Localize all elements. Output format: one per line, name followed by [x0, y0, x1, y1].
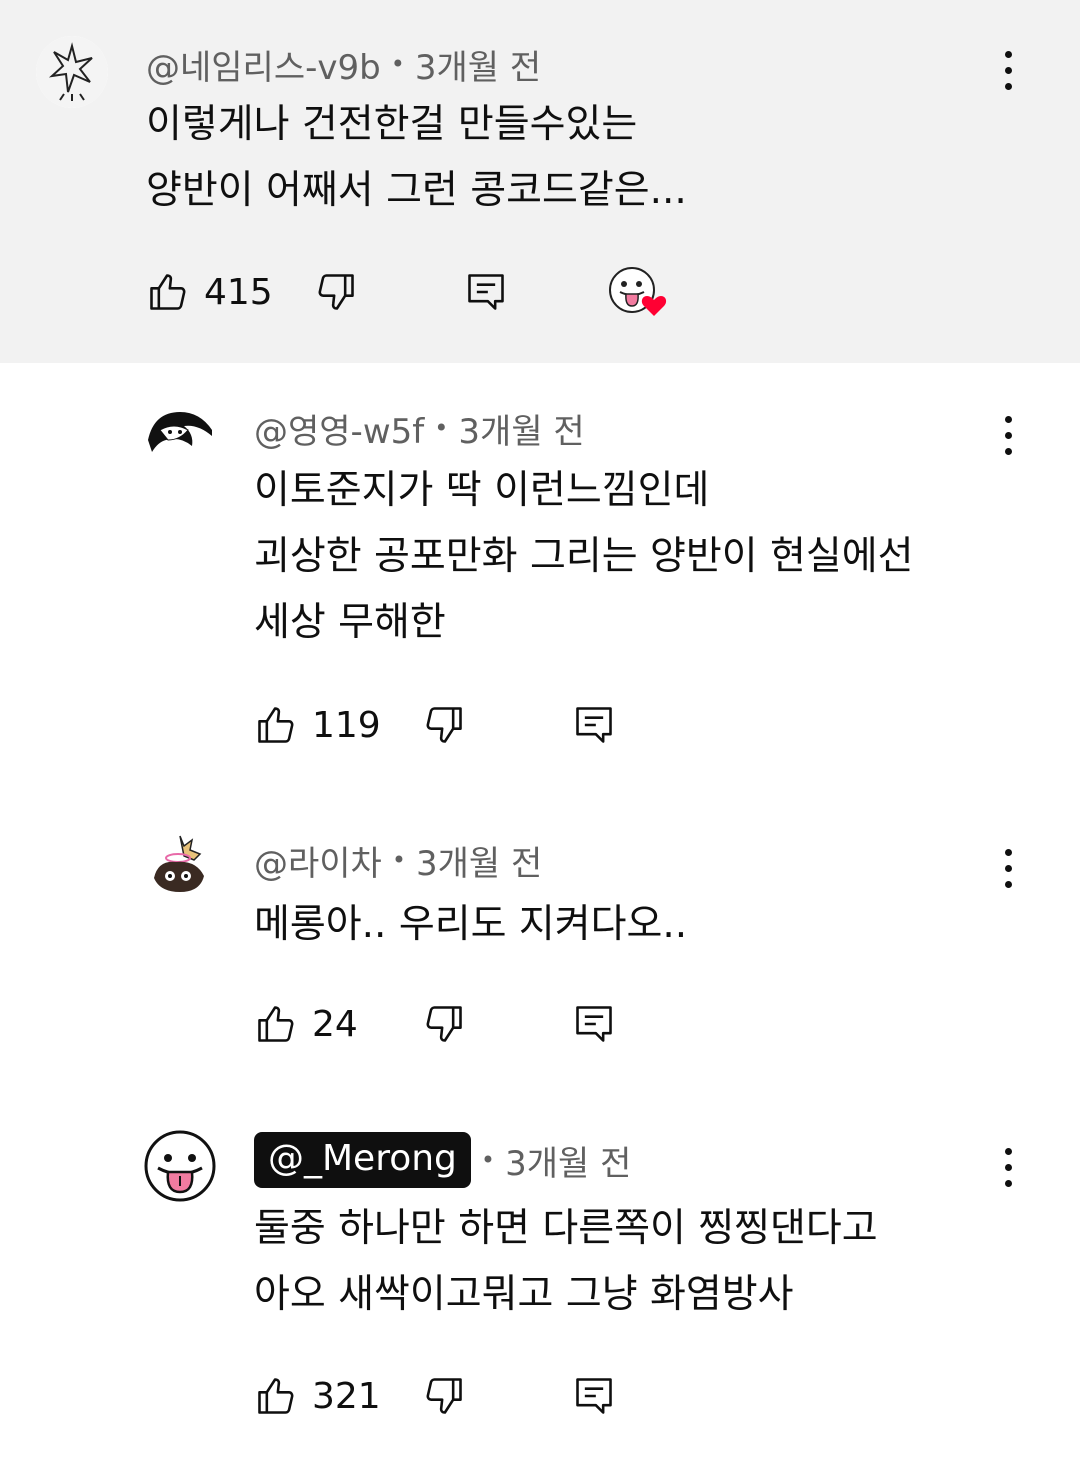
comment-time: 3개월 전	[416, 843, 543, 884]
comment-text: 이토준지가 딱 이런느낌인데 괴상한 공포만화 그리는 양반이 현실에선 세상 …	[254, 458, 914, 656]
like-count: 415	[204, 271, 273, 313]
comment-text: 이렇게나 건전한걸 만들수있는 양반이 어째서 그런 콩코드같은...	[146, 92, 687, 224]
thumbs-up-icon	[258, 1006, 294, 1042]
thumbs-down-icon	[318, 274, 354, 310]
comment-actions: 321	[254, 1366, 674, 1426]
avatar[interactable]	[144, 1130, 216, 1202]
author-handle[interactable]: @네임리스-v9b	[146, 40, 381, 89]
thumbs-down-icon	[426, 1006, 462, 1042]
more-options-button[interactable]	[988, 40, 1028, 100]
comment-text: 둘중 하나만 하면 다른쪽이 찡찡댄다고 아오 새싹이고뭐고 그냥 화염방사	[254, 1196, 878, 1328]
thumbs-up-icon	[150, 274, 186, 310]
creator-hearted-icon	[609, 267, 667, 316]
comment-meta: @네임리스-v9b • 3개월 전	[146, 40, 541, 88]
tongue-face-avatar-icon	[144, 1130, 216, 1202]
comment-line: 이토준지가 딱 이런느낌인데	[254, 468, 710, 513]
like-button[interactable]: 119	[254, 695, 381, 755]
comment-actions: 24	[254, 994, 674, 1054]
creator-handle-badge[interactable]: @_Merong	[254, 1132, 471, 1188]
comment-time: 3개월 전	[458, 411, 585, 452]
comment-line: 양반이 어째서 그런 콩코드같은...	[146, 168, 687, 213]
reply-button[interactable]	[572, 1366, 616, 1426]
reply-icon	[576, 707, 612, 743]
like-button[interactable]: 24	[254, 994, 358, 1054]
separator: •	[390, 50, 405, 78]
avatar[interactable]	[144, 400, 216, 472]
like-count: 24	[312, 1003, 358, 1045]
dislike-button[interactable]	[314, 262, 358, 322]
thumbs-down-icon	[426, 707, 462, 743]
avatar[interactable]	[144, 830, 216, 902]
separator: •	[434, 414, 449, 442]
comment-actions: 119	[254, 695, 674, 755]
reply-button[interactable]	[464, 262, 508, 322]
comment-time: 3개월 전	[505, 1143, 632, 1184]
comment-meta: @영영-w5f • 3개월 전	[254, 404, 585, 452]
reply-button[interactable]	[572, 695, 616, 755]
comment-line: 이렇게나 건전한걸 만들수있는	[146, 102, 638, 147]
comment-line: 메롱아.. 우리도 지켜다오..	[254, 902, 688, 947]
separator: •	[391, 846, 406, 874]
creator-heart-badge	[608, 262, 672, 322]
more-options-button[interactable]	[988, 838, 1028, 898]
reply-icon	[576, 1006, 612, 1042]
comment-line: 아오 새싹이고뭐고 그냥 화염방사	[254, 1272, 794, 1317]
author-handle[interactable]: @영영-w5f	[254, 404, 424, 453]
like-count: 119	[312, 704, 381, 746]
comment-meta: @_Merong • 3개월 전	[254, 1132, 632, 1188]
chibi-character-avatar-icon	[144, 830, 216, 902]
reply-button[interactable]	[572, 994, 616, 1054]
author-handle[interactable]: @라이차	[254, 836, 382, 885]
more-options-button[interactable]	[988, 1137, 1028, 1197]
dislike-button[interactable]	[422, 695, 466, 755]
reply-icon	[576, 1378, 612, 1414]
comment-line: 둘중 하나만 하면 다른쪽이 찡찡댄다고	[254, 1206, 878, 1251]
thumbs-down-icon	[426, 1378, 462, 1414]
like-button[interactable]: 415	[146, 262, 273, 322]
reply-icon	[468, 274, 504, 310]
avatar[interactable]	[36, 36, 108, 108]
comment-meta: @라이차 • 3개월 전	[254, 836, 542, 884]
star-doodle-avatar-icon	[36, 36, 108, 108]
comment-actions: 415	[146, 262, 706, 322]
comment-text: 메롱아.. 우리도 지켜다오..	[254, 892, 687, 958]
thumbs-up-icon	[258, 707, 294, 743]
thumbs-up-icon	[258, 1378, 294, 1414]
separator: •	[480, 1146, 496, 1174]
drawn-character-avatar-icon	[144, 400, 216, 472]
more-options-button[interactable]	[988, 405, 1028, 465]
like-button[interactable]: 321	[254, 1366, 381, 1426]
comment-time: 3개월 전	[414, 47, 542, 88]
dislike-button[interactable]	[422, 1366, 466, 1426]
dislike-button[interactable]	[422, 994, 466, 1054]
comment-line: 괴상한 공포만화 그리는 양반이 현실에선	[254, 534, 914, 579]
like-count: 321	[312, 1375, 381, 1417]
comment-line: 세상 무해한	[254, 600, 446, 645]
